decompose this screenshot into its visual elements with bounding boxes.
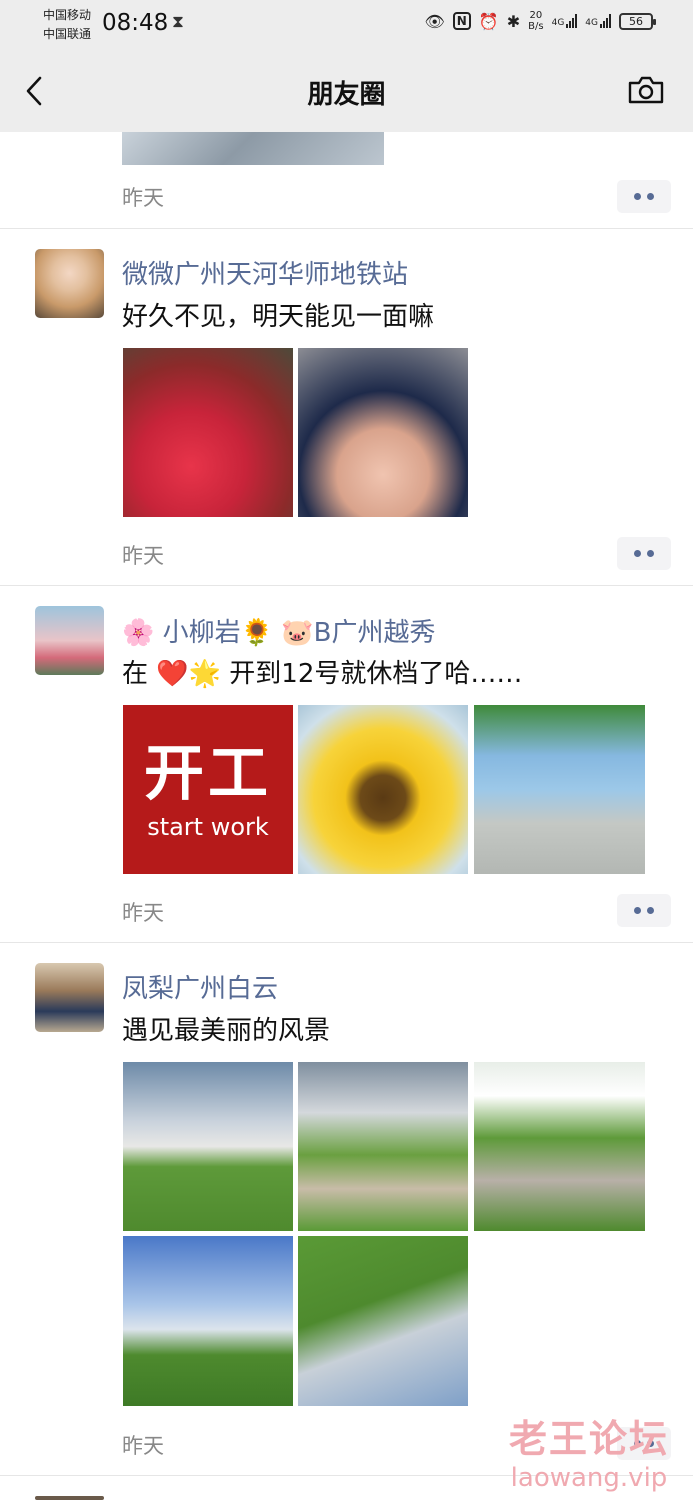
more-dots-icon — [647, 907, 654, 914]
divider — [0, 585, 693, 586]
page-title: 朋友圈 — [307, 80, 386, 110]
poster-name[interactable]: 🌸 小柳岩🌻 🐷B广州越秀 — [122, 612, 436, 649]
alarm-icon: ⏰ — [478, 11, 499, 31]
signal-2: 4G — [585, 14, 611, 28]
signal-bars-icon — [566, 14, 578, 28]
carrier-labels: 中国移动 中国联通 — [43, 6, 91, 44]
post-image[interactable] — [298, 1236, 468, 1406]
avatar[interactable] — [35, 1496, 104, 1500]
post-text: 好久不见，明天能见一面嘛 — [122, 302, 435, 332]
more-button[interactable] — [617, 894, 671, 927]
nav-bar: 朋友圈 — [0, 50, 693, 132]
post-time: 昨天 — [122, 544, 164, 568]
post-image[interactable] — [474, 705, 645, 874]
network-type-2: 4G — [585, 18, 598, 28]
eye-icon: 👁 — [424, 11, 445, 31]
more-button[interactable] — [617, 180, 671, 213]
network-speed: 20 B/s — [528, 10, 543, 32]
more-button[interactable] — [617, 537, 671, 570]
avatar[interactable] — [35, 249, 104, 318]
watermark: 老王论坛 laowang.vip — [509, 1408, 669, 1493]
more-dots-icon — [634, 550, 641, 557]
post-text: 遇见最美丽的风景 — [122, 1016, 331, 1046]
avatar[interactable] — [35, 606, 104, 675]
more-dots-icon — [634, 907, 641, 914]
post-image[interactable] — [298, 348, 468, 517]
post-image[interactable] — [122, 132, 384, 165]
more-dots-icon — [634, 193, 641, 200]
image-text-cn: 开工 — [144, 738, 272, 809]
status-bar: 中国移动 中国联通 08:48 ⧗ 👁 N ⏰ ✱ 20 B/s 4G 4G 5… — [0, 0, 693, 50]
avatar[interactable] — [35, 963, 104, 1032]
watermark-url: laowang.vip — [510, 1463, 668, 1493]
post-text: 在 ❤️🌟 开到12号就休档了哈…… — [122, 659, 523, 689]
post-time: 昨天 — [122, 901, 164, 925]
nfc-icon: N — [452, 12, 471, 30]
post-image[interactable] — [123, 1062, 293, 1231]
status-time: 08:48 — [102, 10, 169, 36]
carrier-2: 中国联通 — [43, 27, 92, 41]
poster-name[interactable]: 凤梨广州白云 — [122, 968, 278, 1005]
post-image[interactable] — [474, 1062, 645, 1231]
signal-bars-icon — [600, 14, 611, 28]
battery-icon: 56 — [619, 12, 656, 30]
carrier-1: 中国移动 — [43, 8, 92, 22]
post-image[interactable] — [298, 705, 468, 874]
hourglass-icon: ⧗ — [172, 12, 184, 32]
network-type-1: 4G — [551, 18, 565, 28]
camera-button[interactable] — [627, 72, 665, 108]
speed-unit: B/s — [528, 21, 544, 32]
post-image[interactable] — [123, 1236, 293, 1406]
signal-1: 4G — [552, 14, 578, 28]
post-time: 昨天 — [122, 186, 164, 210]
speed-value: 20 — [529, 10, 543, 21]
post-image[interactable]: 开工 start work — [123, 705, 293, 874]
post-image[interactable] — [298, 1062, 468, 1231]
divider — [0, 228, 693, 229]
bluetooth-icon: ✱ — [506, 11, 521, 31]
poster-name[interactable]: 微微广州天河华师地铁站 — [122, 254, 408, 291]
divider — [0, 942, 693, 943]
watermark-text: 老王论坛 — [508, 1417, 669, 1461]
post-time: 昨天 — [122, 1434, 164, 1458]
post-image[interactable] — [123, 348, 293, 517]
more-dots-icon — [647, 550, 654, 557]
status-icons: 👁 N ⏰ ✱ 20 B/s 4G 4G 56 — [424, 10, 656, 32]
camera-icon — [628, 76, 664, 104]
image-text-en: start work — [147, 812, 269, 841]
more-dots-icon — [647, 193, 654, 200]
